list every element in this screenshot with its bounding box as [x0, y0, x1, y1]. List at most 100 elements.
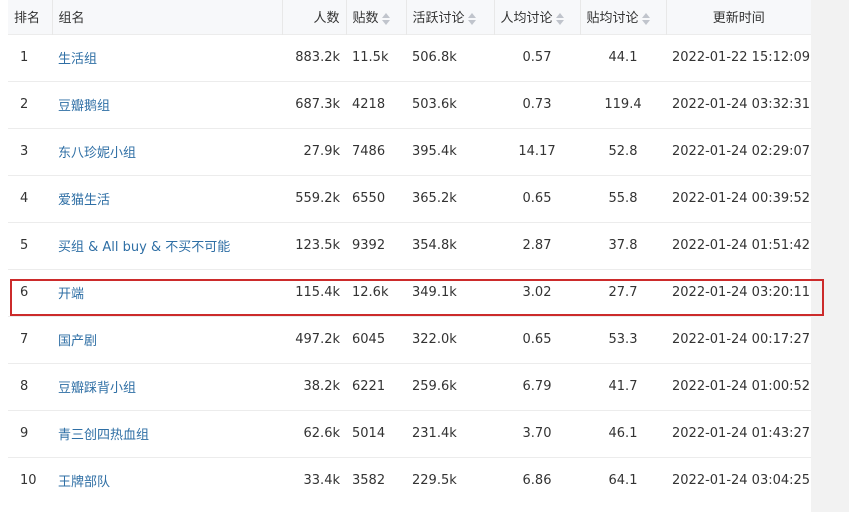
header-active-label: 活跃讨论 — [412, 11, 465, 27]
cell-updated: 2022-01-24 01:51:42 — [666, 221, 811, 269]
header-updated: 更新时间 — [712, 11, 765, 27]
sort-caret-icon[interactable] — [641, 12, 650, 25]
cell-per-member: 14.17 — [494, 127, 580, 175]
cell-posts: 7486 — [346, 127, 406, 175]
cell-active: 231.4k — [406, 409, 494, 457]
group-link[interactable]: 国产剧 — [52, 315, 282, 363]
header-per-post-label: 贴均讨论 — [586, 11, 639, 27]
cell-updated: 2022-01-24 03:04:25 — [666, 456, 811, 504]
cell-updated: 2022-01-24 01:00:52 — [666, 362, 811, 410]
header-rank: 排名 — [8, 0, 53, 34]
cell-per-post: 53.3 — [580, 315, 666, 363]
cell-per-member: 0.65 — [494, 315, 580, 363]
cell-rank: 2 — [8, 80, 52, 128]
sort-caret-icon[interactable] — [555, 12, 564, 25]
cell-per-member: 0.65 — [494, 174, 580, 222]
group-link[interactable]: 爱猫生活 — [52, 174, 282, 222]
cell-rank: 9 — [8, 409, 52, 457]
sort-caret-icon[interactable] — [467, 12, 476, 25]
cell-rank: 1 — [8, 33, 52, 81]
cell-per-post: 44.1 — [580, 33, 666, 81]
cell-rank: 3 — [8, 127, 52, 175]
cell-members: 497.2k — [282, 315, 346, 363]
cell-members: 687.3k — [282, 80, 346, 128]
table-row: 2 豆瓣鹅组 687.3k 4218 503.6k 0.73 119.4 202… — [8, 80, 811, 128]
table-row: 7 国产剧 497.2k 6045 322.0k 0.65 53.3 2022-… — [8, 315, 811, 363]
cell-rank: 5 — [8, 221, 52, 269]
cell-per-post: 46.1 — [580, 409, 666, 457]
cell-active: 506.8k — [406, 33, 494, 81]
table-header-row: 排名 组名 人数 贴数 活跃讨论 人均讨论 贴均讨论 更新时间 — [8, 0, 811, 34]
cell-posts: 3582 — [346, 456, 406, 504]
header-active[interactable]: 活跃讨论 — [406, 0, 495, 34]
cell-posts: 6221 — [346, 362, 406, 410]
table-body: 1 生活组 883.2k 11.5k 506.8k 0.57 44.1 2022… — [8, 33, 811, 504]
group-link[interactable]: 豆瓣踩背小组 — [52, 362, 282, 410]
table-row: 8 豆瓣踩背小组 38.2k 6221 259.6k 6.79 41.7 202… — [8, 362, 811, 410]
cell-posts: 9392 — [346, 221, 406, 269]
cell-per-member: 3.70 — [494, 409, 580, 457]
header-posts[interactable]: 贴数 — [346, 0, 407, 34]
cell-updated: 2022-01-24 03:32:31 — [666, 80, 811, 128]
cell-members: 27.9k — [282, 127, 346, 175]
table-row: 9 青三创四热血组 62.6k 5014 231.4k 3.70 46.1 20… — [8, 409, 811, 457]
cell-members: 559.2k — [282, 174, 346, 222]
cell-active: 229.5k — [406, 456, 494, 504]
cell-per-post: 41.7 — [580, 362, 666, 410]
group-link[interactable]: 青三创四热血组 — [52, 409, 282, 457]
group-ranking-table-wrap: 排名 组名 人数 贴数 活跃讨论 人均讨论 贴均讨论 更新时间 1 生活组 88… — [8, 0, 811, 504]
table-row: 3 东八珍妮小组 27.9k 7486 395.4k 14.17 52.8 20… — [8, 127, 811, 175]
group-link[interactable]: 开端 — [52, 268, 282, 316]
cell-updated: 2022-01-22 15:12:09 — [666, 33, 811, 81]
cell-active: 365.2k — [406, 174, 494, 222]
cell-members: 33.4k — [282, 456, 346, 504]
table-row: 10 王牌部队 33.4k 3582 229.5k 6.86 64.1 2022… — [8, 456, 811, 504]
header-per-member[interactable]: 人均讨论 — [494, 0, 581, 34]
cell-members: 123.5k — [282, 221, 346, 269]
cell-active: 349.1k — [406, 268, 494, 316]
cell-posts: 5014 — [346, 409, 406, 457]
cell-per-post: 64.1 — [580, 456, 666, 504]
table-row: 5 买组 & All buy & 不买不可能 123.5k 9392 354.8… — [8, 221, 811, 269]
cell-updated: 2022-01-24 02:29:07 — [666, 127, 811, 175]
cell-posts: 6045 — [346, 315, 406, 363]
header-group: 组名 — [52, 0, 283, 34]
cell-rank: 6 — [8, 268, 52, 316]
group-link[interactable]: 买组 & All buy & 不买不可能 — [52, 221, 282, 269]
cell-members: 883.2k — [282, 33, 346, 81]
cell-posts: 6550 — [346, 174, 406, 222]
cell-members: 62.6k — [282, 409, 346, 457]
page-gutter — [811, 0, 849, 512]
table-row: 1 生活组 883.2k 11.5k 506.8k 0.57 44.1 2022… — [8, 33, 811, 81]
cell-active: 395.4k — [406, 127, 494, 175]
cell-rank: 10 — [8, 456, 52, 504]
group-link[interactable]: 东八珍妮小组 — [52, 127, 282, 175]
group-link[interactable]: 王牌部队 — [52, 456, 282, 504]
cell-members: 38.2k — [282, 362, 346, 410]
cell-active: 259.6k — [406, 362, 494, 410]
cell-updated: 2022-01-24 01:43:27 — [666, 409, 811, 457]
cell-posts: 4218 — [346, 80, 406, 128]
cell-per-member: 2.87 — [494, 221, 580, 269]
header-posts-label: 贴数 — [352, 11, 379, 27]
header-members-label: 人数 — [313, 11, 340, 27]
table-row-highlighted: 6 开端 115.4k 12.6k 349.1k 3.02 27.7 2022-… — [8, 268, 811, 316]
sort-caret-icon[interactable] — [381, 12, 390, 25]
cell-per-post: 119.4 — [580, 80, 666, 128]
cell-updated: 2022-01-24 00:39:52 — [666, 174, 811, 222]
cell-members: 115.4k — [282, 268, 346, 316]
group-link[interactable]: 豆瓣鹅组 — [52, 80, 282, 128]
cell-rank: 4 — [8, 174, 52, 222]
cell-per-post: 27.7 — [580, 268, 666, 316]
cell-per-post: 55.8 — [580, 174, 666, 222]
cell-per-member: 3.02 — [494, 268, 580, 316]
header-per-post[interactable]: 贴均讨论 — [580, 0, 667, 34]
cell-posts: 11.5k — [346, 33, 406, 81]
group-link[interactable]: 生活组 — [52, 33, 282, 81]
cell-updated: 2022-01-24 00:17:27 — [666, 315, 811, 363]
cell-per-member: 0.73 — [494, 80, 580, 128]
cell-per-member: 0.57 — [494, 33, 580, 81]
cell-updated: 2022-01-24 03:20:11 — [666, 268, 811, 316]
header-members[interactable]: 人数 — [282, 0, 347, 34]
cell-per-member: 6.86 — [494, 456, 580, 504]
